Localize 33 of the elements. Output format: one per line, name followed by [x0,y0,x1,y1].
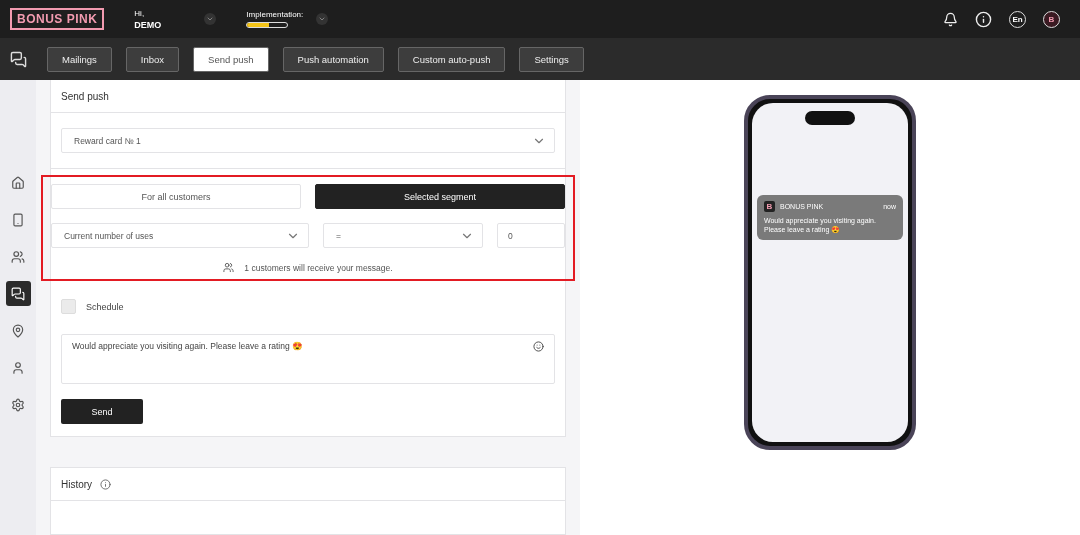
audience-option[interactable]: Selected segment [315,184,565,209]
bell-icon[interactable] [943,11,958,27]
nav-tab[interactable]: Mailings [47,46,112,72]
card-title: Send push [61,90,109,102]
nav-tab[interactable]: Inbox [125,46,180,72]
user-name: DEMO [134,19,163,30]
recipients-note: 1 customers will receive your message. [244,262,393,273]
chat-icon[interactable] [10,50,27,68]
message-field[interactable]: Would appreciate you visiting again. Please leave a rating 😍 [61,334,555,384]
card-select[interactable]: Reward card № 1 [61,128,555,153]
implementation-label: Implementation: [246,10,305,19]
app-icon: B [764,201,775,212]
value-field[interactable]: 0 [497,223,565,248]
users-icon [223,262,235,273]
operator-select[interactable]: = [323,223,483,248]
chevron-down-icon[interactable] [316,13,329,25]
nav-tab[interactable]: Settings [519,46,584,72]
emoji-icon[interactable] [533,341,544,352]
phone-camera-notch [805,111,855,125]
nav-tab[interactable]: Push automation [282,46,384,72]
chevron-down-icon[interactable] [204,13,217,25]
greeting: Hi, [134,8,146,18]
audience-option[interactable]: For all customers [51,184,301,209]
schedule-checkbox[interactable] [61,299,76,314]
history-title: History [61,478,93,490]
field-select[interactable]: Current number of uses [51,223,309,248]
chat-icon[interactable] [5,281,31,306]
send-button[interactable]: Send [61,399,143,424]
logo: BONUS PINK [10,8,105,30]
nav-tab[interactable]: Custom auto-push [397,46,506,72]
nav-tab[interactable]: Send push [193,46,269,72]
avatar[interactable]: B [1043,10,1060,28]
schedule-label: Schedule [86,301,124,312]
